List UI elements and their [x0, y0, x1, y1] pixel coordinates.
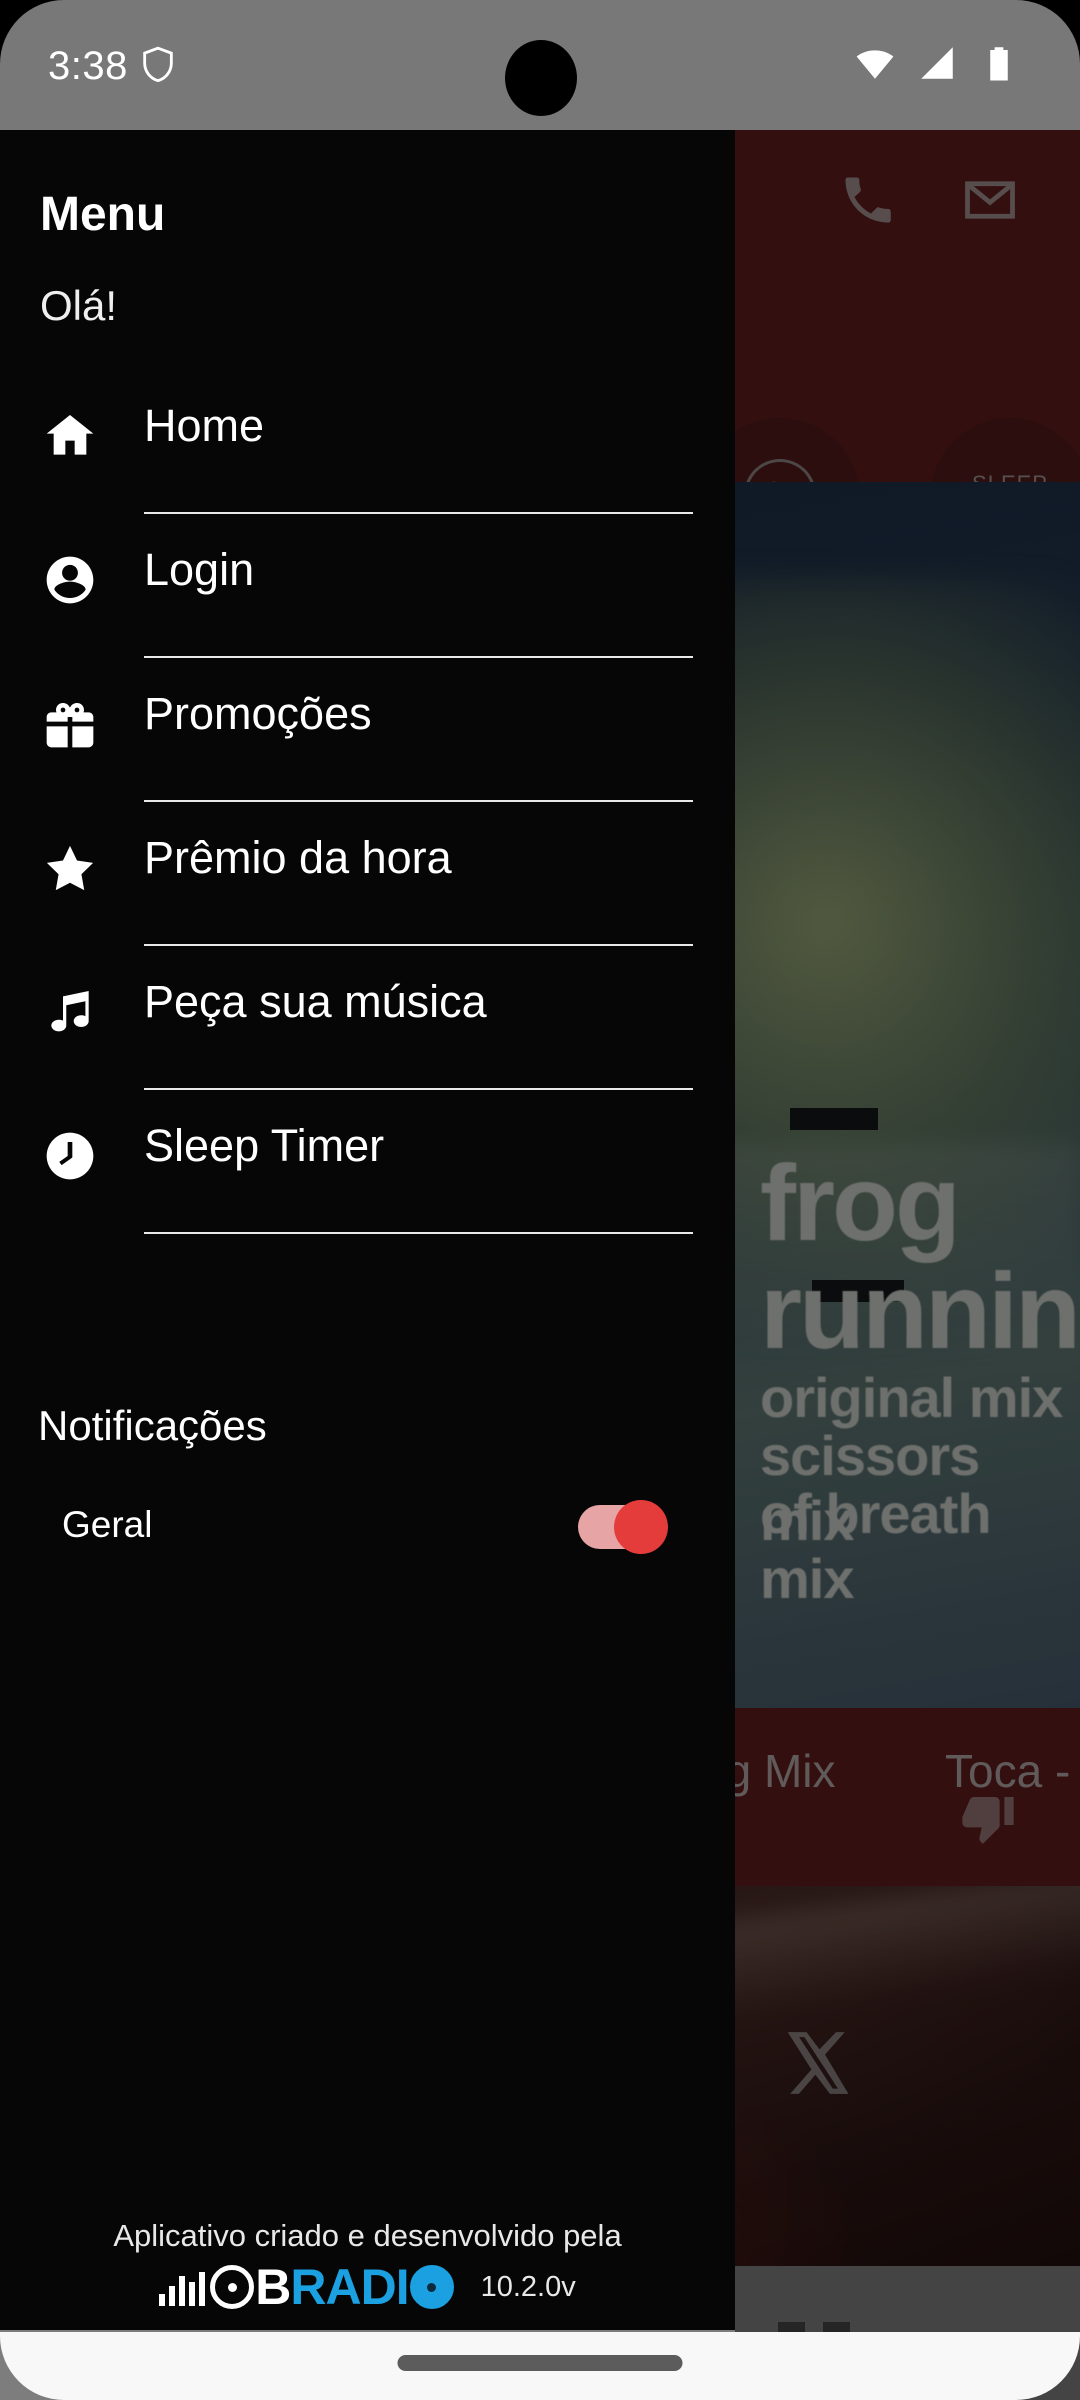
sidebar-item-login[interactable]: Login	[0, 524, 735, 668]
footer-logo-row: B RADI 10.2.0v	[0, 2262, 735, 2312]
logo-text-white: B	[255, 2259, 291, 2315]
star-icon	[42, 840, 98, 896]
status-bar: 3:38	[0, 0, 1080, 130]
menu-item-text-wrap: Prêmio da hora	[144, 834, 735, 946]
sidebar-item-sleep-timer[interactable]: Sleep Timer	[0, 1100, 735, 1244]
gesture-handle[interactable]	[397, 2355, 683, 2371]
shield-icon	[138, 44, 178, 84]
sidebar-item-label: Peça sua música	[144, 976, 487, 1027]
system-navigation-bar	[0, 2332, 1080, 2400]
menu-item-text-wrap: Peça sua música	[144, 978, 735, 1090]
menu-item-text-wrap: Sleep Timer	[144, 1122, 735, 1234]
sidebar-item-promocoes[interactable]: Promoções	[0, 668, 735, 812]
page-title: Menu	[40, 188, 166, 241]
battery-icon	[978, 42, 1020, 84]
sidebar-item-label: Home	[144, 400, 265, 451]
drawer-footer: Aplicativo criado e desenvolvido pela B …	[0, 2218, 735, 2312]
music-note-icon	[42, 984, 98, 1040]
logo-text-blue: RADI	[290, 2259, 409, 2315]
navigation-drawer: Menu Olá! Home Login Promoções Prêmio da…	[0, 130, 735, 2330]
sidebar-item-label: Login	[144, 544, 255, 595]
notifications-heading: Notificações	[38, 1402, 267, 1449]
drawer-scrim[interactable]	[735, 130, 1080, 2400]
menu-divider	[144, 944, 693, 946]
menu-divider	[144, 800, 693, 802]
menu-item-text-wrap: Promoções	[144, 690, 735, 802]
gift-icon	[42, 696, 98, 752]
home-icon	[42, 408, 98, 464]
notification-toggle-geral[interactable]	[578, 1500, 668, 1554]
status-time: 3:38	[48, 44, 128, 88]
menu-divider	[144, 656, 693, 658]
clock-icon	[42, 1128, 98, 1184]
menu-item-text-wrap: Home	[144, 402, 735, 514]
sidebar-item-label: Promoções	[144, 688, 372, 739]
phone-screen: PRÊMIO DA HORA SLEEP TIMER frog running …	[0, 0, 1080, 2400]
footer-credit-text: Aplicativo criado e desenvolvido pela	[113, 2218, 622, 2253]
menu-item-text-wrap: Login	[144, 546, 735, 658]
sidebar-item-peca-sua-musica[interactable]: Peça sua música	[0, 956, 735, 1100]
sidebar-item-label: Prêmio da hora	[144, 832, 452, 883]
mobradio-logo: B RADI	[159, 2262, 454, 2312]
account-circle-icon	[42, 552, 98, 608]
equalizer-bars-icon	[159, 2268, 206, 2306]
menu-divider	[144, 1088, 693, 1090]
toggle-thumb	[614, 1500, 668, 1554]
disc-icon-blue	[409, 2265, 454, 2309]
signal-icon	[916, 42, 958, 84]
disc-icon	[210, 2265, 255, 2309]
camera-punch-hole	[505, 40, 577, 116]
sidebar-item-home[interactable]: Home	[0, 380, 735, 524]
sidebar-item-premio-da-hora[interactable]: Prêmio da hora	[0, 812, 735, 956]
notification-label: Geral	[62, 1504, 153, 1545]
app-version: 10.2.0v	[480, 2270, 576, 2303]
menu-divider	[144, 1232, 693, 1234]
menu-list: Home Login Promoções Prêmio da hora Peça…	[0, 380, 735, 1244]
status-bar-icons	[854, 42, 1020, 84]
sidebar-item-label: Sleep Timer	[144, 1120, 385, 1171]
wifi-icon	[854, 42, 896, 84]
greeting-text: Olá!	[40, 282, 118, 329]
menu-divider	[144, 512, 693, 514]
